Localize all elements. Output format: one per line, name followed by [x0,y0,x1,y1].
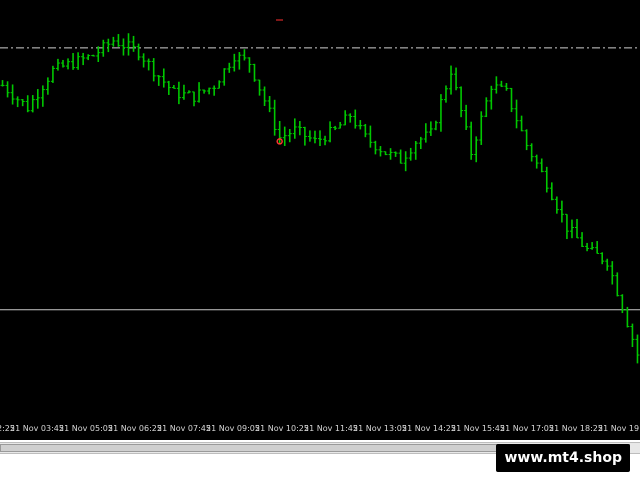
time-axis-tick: 21 Nov 19:45 [598,424,640,433]
time-axis-tick: 21 Nov 10:25 [255,424,309,433]
time-axis-tick: 21 Nov 18:25 [549,424,603,433]
time-axis-tick: 21 Nov 17:05 [500,424,554,433]
time-axis-tick: 21 Nov 11:45 [304,424,358,433]
time-axis-tick: 21 Nov 15:45 [451,424,505,433]
time-axis-tick: 21 Nov 13:05 [353,424,407,433]
time-axis: 21 Nov 02:2521 Nov 03:4521 Nov 05:0521 N… [0,420,640,440]
time-axis-tick: 21 Nov 14:25 [402,424,456,433]
chart-canvas[interactable] [0,0,640,420]
time-axis-tick: 21 Nov 07:45 [157,424,211,433]
watermark-logo: www.mt4.shop [496,444,630,472]
price-chart[interactable] [0,0,640,420]
time-axis-tick: 21 Nov 09:05 [206,424,260,433]
time-axis-tick: 21 Nov 06:25 [108,424,162,433]
time-axis-tick: 21 Nov 03:45 [10,424,64,433]
time-axis-tick: 21 Nov 05:05 [59,424,113,433]
